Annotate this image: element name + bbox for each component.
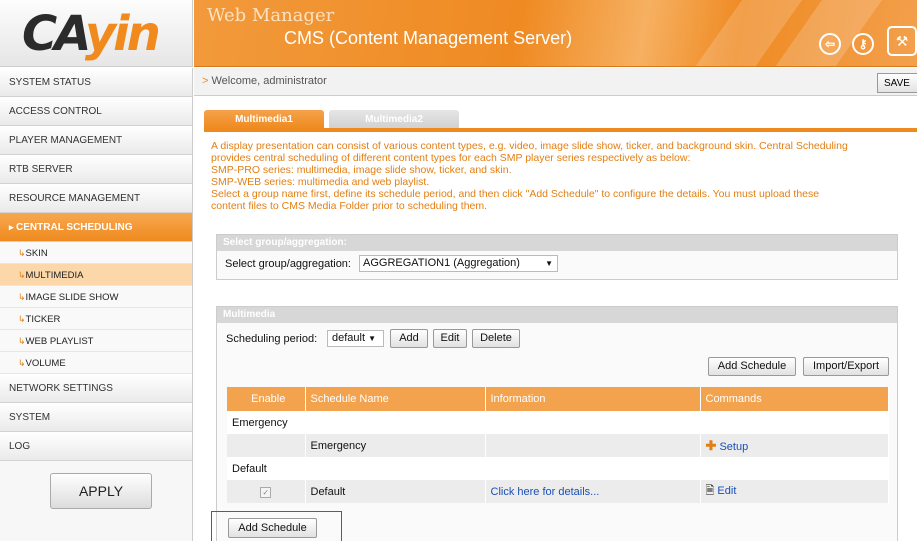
header-banner: Web Manager CMS (Content Management Serv… <box>194 0 917 67</box>
sidebar-item-network-settings[interactable]: NETWORK SETTINGS <box>0 374 192 403</box>
commands-cell: 🗎 Edit <box>700 480 889 503</box>
enable-cell: ✓ <box>227 480 306 503</box>
tab-multimedia1[interactable]: Multimedia1 <box>204 110 324 129</box>
edit-schedule-link[interactable]: Edit <box>717 485 736 497</box>
sidebar-subitem-web-playlist[interactable]: ↳WEB PLAYLIST <box>0 330 192 352</box>
group-section-heading: Select group/aggregation: <box>217 235 897 251</box>
column-header-enable: Enable <box>227 387 306 411</box>
group-row: Emergency <box>227 411 889 434</box>
tab-multimedia2[interactable]: Multimedia2 <box>329 110 459 129</box>
sub-arrow-icon: ↳ <box>18 336 26 346</box>
edit-period-button[interactable]: Edit <box>433 329 467 348</box>
details-link[interactable]: Click here for details... <box>491 486 600 498</box>
main-panel: Multimedia1 Multimedia2 A display presen… <box>194 97 917 541</box>
enable-checkbox[interactable]: ✓ <box>260 486 272 498</box>
sidebar-subitem-multimedia[interactable]: ↳MULTIMEDIA <box>0 264 192 286</box>
column-header-information: Information <box>485 387 701 411</box>
sidebar-item-system[interactable]: SYSTEM <box>0 403 192 432</box>
save-button[interactable]: SAVE <box>877 73 917 93</box>
description-text: A display presentation can consist of va… <box>211 140 848 212</box>
app-title: Web Manager <box>207 5 335 26</box>
sub-arrow-icon: ↳ <box>18 270 26 280</box>
commands-cell: ✚ Setup <box>700 434 889 457</box>
setup-link[interactable]: Setup <box>719 441 748 453</box>
plus-icon: ✚ <box>705 437 717 453</box>
group-row: Default <box>227 457 889 480</box>
delete-period-button[interactable]: Delete <box>472 329 520 348</box>
add-schedule-bottom-button[interactable]: Add Schedule <box>228 518 317 538</box>
add-schedule-button[interactable]: Add Schedule <box>708 357 796 376</box>
sidebar-item-player-management[interactable]: PLAYER MANAGEMENT <box>0 126 192 155</box>
enable-cell <box>227 434 306 457</box>
multimedia-section: Multimedia Scheduling period: default ▼ … <box>216 306 898 541</box>
group-select-label: Select group/aggregation: <box>225 258 351 270</box>
tools-icon[interactable]: ⚒ <box>887 26 917 56</box>
sidebar-subitem-image-slide-show[interactable]: ↳IMAGE SLIDE SHOW <box>0 286 192 308</box>
chevron-down-icon: ▼ <box>368 334 377 343</box>
sidebar-item-central-scheduling[interactable]: CENTRAL SCHEDULING <box>0 213 192 242</box>
schedule-name-cell: Emergency <box>305 434 486 457</box>
group-label-emergency: Emergency <box>227 411 889 434</box>
sidebar-subitem-skin[interactable]: ↳SKIN <box>0 242 192 264</box>
sub-arrow-icon: ↳ <box>18 248 26 258</box>
sub-arrow-icon: ↳ <box>18 314 26 324</box>
schedule-name-cell: Default <box>305 480 486 503</box>
information-cell: Click here for details... <box>485 480 701 503</box>
scheduling-period-dropdown[interactable]: default ▼ <box>327 330 384 347</box>
logout-icon[interactable]: ⇦ <box>819 33 841 55</box>
logo-area: CAyin <box>0 0 193 67</box>
scheduling-period-label: Scheduling period: <box>226 333 318 345</box>
import-export-button[interactable]: Import/Export <box>803 357 889 376</box>
add-period-button[interactable]: Add <box>390 329 428 348</box>
multimedia-section-heading: Multimedia <box>217 307 897 323</box>
table-row: ✓ Default Click here for details... 🗎 Ed… <box>227 480 889 503</box>
information-cell <box>485 434 701 457</box>
table-header-row: Enable Schedule Name Information Command… <box>227 387 889 411</box>
welcome-text: > Welcome, administrator <box>202 75 327 87</box>
welcome-bar: > Welcome, administrator SAVE <box>194 68 917 96</box>
group-selection-section: Select group/aggregation: Select group/a… <box>216 234 898 280</box>
column-header-schedule-name: Schedule Name <box>305 387 486 411</box>
sidebar-subitem-ticker[interactable]: ↳TICKER <box>0 308 192 330</box>
app-subtitle: CMS (Content Management Server) <box>284 28 573 48</box>
sidebar-subitem-volume[interactable]: ↳VOLUME <box>0 352 192 374</box>
schedule-table: Enable Schedule Name Information Command… <box>227 387 889 503</box>
sidebar-item-system-status[interactable]: SYSTEM STATUS <box>0 68 192 97</box>
sidebar-item-resource-management[interactable]: RESOURCE MANAGEMENT <box>0 184 192 213</box>
group-label-default: Default <box>227 457 889 480</box>
key-icon[interactable]: ⚷ <box>852 33 874 55</box>
sub-arrow-icon: ↳ <box>18 358 26 368</box>
sidebar-item-access-control[interactable]: ACCESS CONTROL <box>0 97 192 126</box>
sub-arrow-icon: ↳ <box>18 292 26 302</box>
sidebar-item-rtb-server[interactable]: RTB SERVER <box>0 155 192 184</box>
column-header-commands: Commands <box>700 387 889 411</box>
cayin-logo: CAyin <box>22 6 161 62</box>
chevron-down-icon: ▼ <box>545 259 553 268</box>
table-row: Emergency ✚ Setup <box>227 434 889 457</box>
apply-button[interactable]: APPLY <box>50 473 152 509</box>
group-select-dropdown[interactable]: AGGREGATION1 (Aggregation) ▼ <box>359 255 558 272</box>
document-icon: 🗎 <box>705 485 715 497</box>
sidebar-item-log[interactable]: LOG <box>0 432 192 461</box>
sidebar: SYSTEM STATUS ACCESS CONTROL PLAYER MANA… <box>0 68 193 541</box>
tab-underline <box>204 128 917 132</box>
